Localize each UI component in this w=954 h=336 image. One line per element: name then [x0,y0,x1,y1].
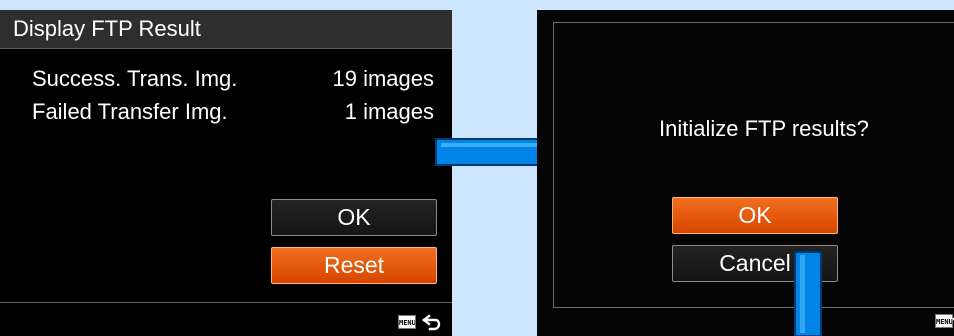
success-transfer-label: Success. Trans. Img. [32,66,238,91]
success-transfer-row: Success. Trans. Img. 19 images [0,65,452,93]
screen-footer: MENU [0,302,452,336]
success-transfer-value: 19 images [332,66,434,91]
display-ftp-result-screen: Display FTP Result Success. Trans. Img. … [0,10,452,336]
confirmation-question: Initialize FTP results? [659,116,869,141]
initialize-ftp-results-screen: Initialize FTP results? OK Cancel MENU [537,10,954,336]
back-arrow-icon[interactable] [421,313,441,331]
ok-button[interactable]: OK [271,199,437,236]
confirm-ok-button[interactable]: OK [672,197,838,234]
reset-button[interactable]: Reset [271,247,437,284]
instructional-diagram: Display FTP Result Success. Trans. Img. … [0,0,954,336]
failed-transfer-value: 1 images [344,99,434,124]
menu-icon[interactable]: MENU [398,315,416,329]
screen-title: Display FTP Result [13,16,201,41]
right-screen-footer: MENU [537,302,954,336]
title-bar: Display FTP Result [0,10,452,49]
down-arrow-icon [794,251,822,336]
failed-transfer-row: Failed Transfer Img. 1 images [0,98,452,126]
failed-transfer-label: Failed Transfer Img. [32,99,228,124]
